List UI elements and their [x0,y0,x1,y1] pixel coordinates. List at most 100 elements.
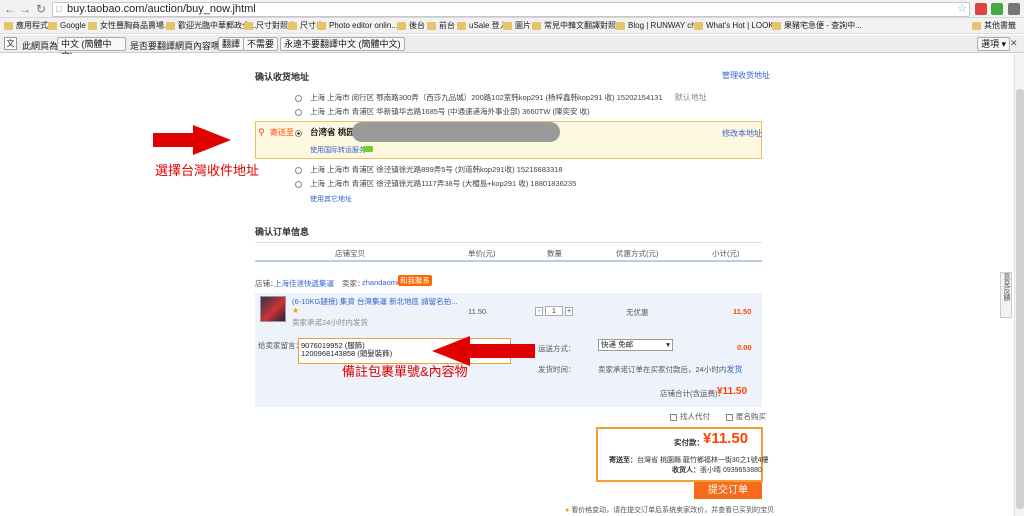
bookmark-item[interactable]: uSale 登入 [457,20,508,32]
address-option[interactable]: 上海 上海市 青浦区 徐泾镇徐光路1117弄38号 (大楣島+kop291 收)… [295,178,576,190]
table-header-line [255,260,762,262]
extension-icon[interactable] [991,3,1003,15]
address-radio[interactable] [295,108,302,116]
no-translate-button[interactable]: 不需要 [243,37,279,51]
address-option[interactable]: 上海 上海市 闵行区 鄂南路300弄（西莎九品城）200路102室韩kop291… [295,92,707,104]
feedback-tab[interactable]: 意見反饋 [1000,272,1012,318]
folder-icon [288,22,297,30]
annotation-arrow [470,344,535,358]
bookmark-star-icon[interactable]: ☆ [957,2,967,15]
qty-minus-button[interactable]: - [535,307,543,316]
message-label: 给卖家留言： [258,341,303,350]
discount-text: 无优惠 [626,308,649,317]
options-button[interactable]: 選項 ▾ [977,37,1011,51]
col-header-discount: 优惠方式(元) [616,249,659,258]
forward-icon[interactable]: → [18,2,32,16]
folder-icon [772,22,781,30]
address-bar[interactable]: □ buy.taobao.com/auction/buy_now.jhtml [52,2,970,17]
bookmark-item[interactable]: 後台 [397,20,425,32]
default-address-label: 默认地址 [674,93,707,102]
bookmark-item[interactable]: What's Hot | LOOK... [694,20,780,32]
bookmark-item[interactable]: 果豬宅急便 - 查詢中... [772,20,862,32]
never-translate-button[interactable]: 永遠不要翻譯中文 (簡體中文) [280,37,405,51]
new-badge-icon [363,146,373,152]
submit-order-button[interactable]: 提交订单 [694,482,762,499]
back-icon[interactable]: ← [3,2,17,16]
message-line: 1200968143858 (頭髮裝飾) [301,349,393,358]
bookmark-item[interactable]: Google [48,20,86,32]
translate-icon: 文 [4,37,17,50]
col-header-item: 店铺宝贝 [335,249,365,258]
qty-input[interactable]: 1 [545,306,563,316]
seller-link[interactable]: zhandaomei [362,278,403,287]
send-time-link[interactable]: 发货 [726,365,742,374]
annotation-select-address: 選擇台灣收件地址 [155,163,260,178]
folder-icon [397,22,406,30]
shipping-select[interactable]: 快递 免邮 ▾ [598,339,673,351]
address-radio[interactable] [295,94,302,102]
annotation-message: 備註包裹單號&內容物 [342,364,468,379]
bookmark-item[interactable]: 常見中韓文翻譯對照... [532,20,623,32]
product-thumbnail[interactable] [260,296,286,322]
language-select[interactable]: 中文 (簡體中文) ▾ [57,37,126,61]
address-radio[interactable] [295,180,302,188]
scrollbar[interactable] [1014,54,1024,516]
bookmarks-bar: 應用程式 Google 女性豐胸商品賣場... 歡迎光臨中華郵政全... 尺寸對… [0,18,1024,34]
other-bookmarks[interactable]: 其他書籤 [972,20,1016,32]
translate-prompt: 此網頁為 [22,41,59,51]
anonymous-checkbox[interactable]: 匿名购买 [726,411,766,422]
annotation-arrow-head [193,125,231,155]
contact-seller-button[interactable]: 和我聯系 [398,275,432,286]
send-time-text: 卖家承诺订单在买家付款后，24小时内发货 [598,365,743,374]
heart-icon [616,22,625,30]
selected-radio[interactable] [295,127,310,139]
col-header-subtotal: 小计(元) [712,249,740,258]
scrollbar-thumb[interactable] [1016,89,1024,509]
translate-button[interactable]: 翻譯 [218,37,245,51]
folder-icon [427,22,436,30]
lb-icon [694,22,703,30]
folder-icon [166,22,175,30]
address-radio[interactable] [295,166,302,174]
col-header-price: 单价(元) [468,249,496,258]
folder-icon [532,22,541,30]
location-pin-icon: ⚲ [258,127,265,137]
bookmark-item[interactable]: 前台 [427,20,455,32]
pay-total: ¥11.50 [703,430,749,447]
intl-forwarding-link[interactable]: 使用国际转运服务 [310,145,366,155]
redacted-address [352,122,560,142]
price-tip: ● 看价格变动，请在提交订单后系统卖家改价，并查看已买到的宝贝 [565,507,775,514]
menu-icon[interactable] [1008,3,1020,15]
bookmark-item[interactable]: Photo editor onlin... [317,20,398,32]
use-other-address-link[interactable]: 使用其它地址 [310,194,352,204]
summary-ship-to: 寄送至：台灣省 桃園縣 龍竹鄉福林一街30之1號4樓 [609,457,769,464]
folder-icon [48,22,57,30]
shop-total-label: 店铺合计(含运费)： [660,389,725,398]
summary-receiver: 收货人：張小晴 0939653880 [672,467,762,474]
send-time-label: 发货时间： [538,365,576,374]
address-option[interactable]: 上海 上海市 青浦区 徐泾镇徐光路899弄5号 (刘道韩kop291收) 152… [295,164,563,176]
bookmark-item[interactable]: 圖片 [503,20,531,32]
qty-plus-button[interactable]: + [565,307,573,316]
shop-total: ¥11.50 [717,386,748,397]
bookmark-item[interactable]: Blog | RUNWAY ch... [616,20,702,32]
bookmark-item[interactable]: 應用程式 [4,20,48,32]
annotation-arrow [153,133,193,147]
bookmark-item[interactable]: 女性豐胸商品賣場... [88,20,171,32]
reload-icon[interactable]: ↻ [34,2,48,16]
folder-icon [88,22,97,30]
close-icon[interactable]: ✕ [1010,38,1018,49]
product-title-link[interactable]: (6-10KG鏈接) 集貨 台灣集運 新北地區 請留名拍... [292,296,457,307]
extension-icon[interactable] [975,3,987,15]
modify-address-link[interactable]: 修改本地址 [722,128,762,139]
folder-icon [503,22,512,30]
promo-icon: ★ [292,306,300,315]
table-divider [255,242,762,243]
folder-icon [972,22,981,30]
address-option[interactable]: 上海 上海市 青浦区 华新镇华志路1685号 (中通速递海外事业部) 3660T… [295,106,590,118]
proxy-pay-checkbox[interactable]: 找人代付 [670,411,710,422]
manage-address-link[interactable]: 管理收货地址 [722,70,770,81]
shop-link[interactable]: 上海佳達快遞集運 [274,278,334,289]
ship-to-label: 寄送至 [270,128,294,137]
checkout-page: 确认收货地址 管理收货地址 上海 上海市 闵行区 鄂南路300弄（西莎九品城）2… [0,54,1014,516]
